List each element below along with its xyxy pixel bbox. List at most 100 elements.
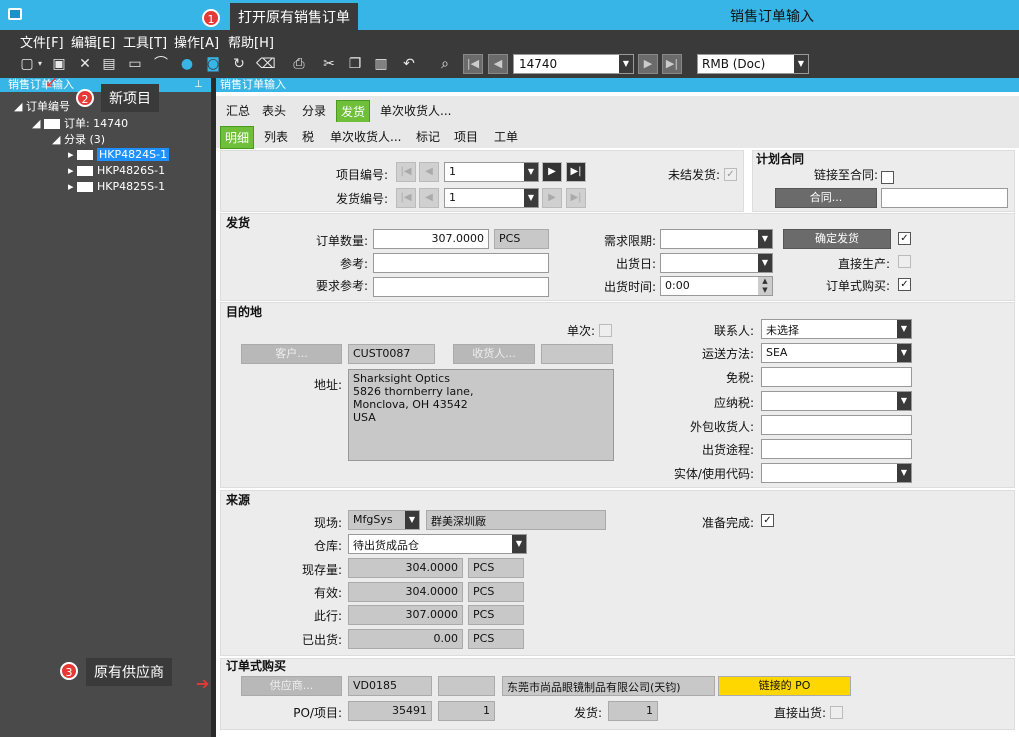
site-select[interactable]: MfgSys ▼ bbox=[348, 510, 420, 530]
one-time-label: 单次: bbox=[566, 324, 595, 338]
print-preview-icon[interactable]: ▤ bbox=[100, 55, 118, 73]
chevron-down-icon[interactable]: ▼ bbox=[758, 230, 772, 248]
cut-icon[interactable]: ✂ bbox=[320, 55, 338, 73]
new-dropdown-icon[interactable]: ▾ bbox=[36, 55, 44, 73]
chevron-down-icon[interactable]: ▼ bbox=[524, 189, 538, 207]
record-value: 14740 bbox=[519, 57, 558, 71]
chevron-down-icon[interactable]: ▼ bbox=[897, 392, 911, 410]
clear-icon[interactable]: ⌫ bbox=[256, 55, 276, 73]
ship-via-select[interactable]: SEA ▼ bbox=[761, 343, 912, 363]
next-record-icon[interactable]: ▶ bbox=[638, 54, 658, 74]
shipped-label: 已出货: bbox=[301, 633, 342, 647]
tree-order[interactable]: ◢ 订单: 14740 bbox=[32, 115, 128, 131]
address-label: 地址: bbox=[313, 378, 342, 392]
ship-no-select[interactable]: 1 ▼ bbox=[444, 188, 539, 208]
tab-job[interactable]: 工单 bbox=[490, 126, 522, 147]
req-ref-input[interactable] bbox=[373, 277, 549, 297]
tab-header[interactable]: 表头 bbox=[258, 100, 290, 121]
chevron-down-icon[interactable]: ▼ bbox=[619, 55, 633, 73]
arrow-icon: ↙ bbox=[45, 72, 59, 91]
menu-edit[interactable]: 编辑[E] bbox=[71, 32, 115, 51]
reference-input[interactable] bbox=[373, 253, 549, 273]
next-icon[interactable]: ▶ bbox=[542, 162, 562, 182]
ship-nav: |◀ ◀ 1 ▼ ▶ ▶| bbox=[396, 188, 596, 208]
warehouse-select[interactable]: 待出货成品仓 ▼ bbox=[348, 534, 527, 554]
chevron-down-icon[interactable]: ▼ bbox=[794, 55, 808, 73]
tab-onetime-shipto-sub[interactable]: 单次收货人... bbox=[326, 126, 405, 147]
search-icon[interactable]: ⌕ bbox=[436, 55, 454, 73]
contract-button[interactable]: 合同... bbox=[775, 188, 877, 208]
ship-route-input[interactable] bbox=[761, 439, 912, 459]
firm-release-button[interactable]: 确定发货 bbox=[783, 229, 891, 249]
chevron-down-icon[interactable]: ▼ bbox=[897, 464, 911, 482]
tax-exempt-input[interactable] bbox=[761, 367, 912, 387]
spinner-icon[interactable]: ▲ ▼ bbox=[758, 277, 772, 295]
chevron-down-icon[interactable]: ▼ bbox=[524, 163, 538, 181]
callout-badge-3: 3 bbox=[60, 662, 78, 680]
chevron-down-icon[interactable]: ▼ bbox=[512, 535, 526, 553]
linked-po-button[interactable]: 链接的 PO bbox=[718, 676, 851, 696]
item-no-select[interactable]: 1 ▼ bbox=[444, 162, 539, 182]
tree-item[interactable]: ▸ HKP4826S-1 bbox=[68, 164, 165, 177]
currency-select[interactable]: RMB (Doc) ▼ bbox=[697, 54, 809, 74]
chevron-down-icon[interactable]: ▼ bbox=[897, 344, 911, 362]
third-party-input[interactable] bbox=[761, 415, 912, 435]
entity-use-select[interactable]: ▼ bbox=[761, 463, 912, 483]
last-record-icon[interactable]: ▶| bbox=[662, 54, 682, 74]
memo-icon[interactable]: ▭ bbox=[126, 55, 144, 73]
tree-releases[interactable]: ◢ 分录 (3) bbox=[52, 131, 105, 147]
tree-item[interactable]: ▸ HKP4824S-1 bbox=[68, 148, 170, 161]
contract-field[interactable] bbox=[881, 188, 1008, 208]
new-icon[interactable]: ▢ bbox=[18, 55, 36, 73]
prev-icon: ◀ bbox=[419, 162, 439, 182]
tab-release[interactable]: 发货 bbox=[336, 100, 371, 123]
chevron-down-icon[interactable]: ▼ bbox=[758, 254, 772, 272]
attach-icon[interactable]: ⌒ bbox=[152, 55, 170, 73]
taxable-select[interactable]: ▼ bbox=[761, 391, 912, 411]
copy-icon[interactable]: ❐ bbox=[346, 55, 364, 73]
order-qty-input[interactable]: 307.0000 bbox=[373, 229, 489, 249]
pin-icon[interactable]: ⊥ bbox=[194, 79, 203, 90]
info-icon[interactable]: ◙ bbox=[204, 55, 222, 73]
delete-icon[interactable]: ✕ bbox=[76, 55, 94, 73]
tree-item[interactable]: ▸ HKP4825S-1 bbox=[68, 180, 165, 193]
chevron-down-icon[interactable]: ▼ bbox=[897, 320, 911, 338]
chevron-down-icon[interactable]: ▼ bbox=[405, 511, 419, 529]
ship-time-input[interactable]: 0:00 ▲ ▼ bbox=[660, 276, 773, 296]
tab-tags[interactable]: 标记 bbox=[412, 126, 444, 147]
arrow-right-icon: ➔ bbox=[196, 674, 210, 693]
first-record-icon[interactable]: |◀ bbox=[463, 54, 483, 74]
record-navigator[interactable]: 14740 ▼ bbox=[513, 54, 634, 74]
ship-date[interactable]: ▼ bbox=[660, 253, 773, 273]
tab-onetime-shipto[interactable]: 单次收货人... bbox=[376, 100, 455, 121]
first-icon: |◀ bbox=[396, 162, 416, 182]
undo-icon[interactable]: ↶ bbox=[400, 55, 418, 73]
menu-actions[interactable]: 操作[A] bbox=[174, 32, 219, 51]
link-contract-checkbox[interactable] bbox=[881, 171, 894, 184]
tab-tax[interactable]: 税 bbox=[298, 126, 318, 147]
tab-project[interactable]: 项目 bbox=[450, 126, 482, 147]
firm-release-checkbox[interactable]: ✓ bbox=[898, 232, 911, 245]
prev-record-icon[interactable]: ◀ bbox=[488, 54, 508, 74]
buy-to-order-checkbox[interactable]: ✓ bbox=[898, 278, 911, 291]
last-icon[interactable]: ▶| bbox=[566, 162, 586, 182]
tab-lines[interactable]: 分录 bbox=[298, 100, 330, 121]
menu-tools[interactable]: 工具[T] bbox=[123, 32, 167, 51]
menu-help[interactable]: 帮助[H] bbox=[228, 32, 274, 51]
tab-detail[interactable]: 明细 bbox=[220, 126, 255, 149]
warehouse-label: 仓库: bbox=[313, 539, 342, 553]
app-icon[interactable] bbox=[8, 8, 22, 20]
refresh-icon[interactable]: ↻ bbox=[230, 55, 248, 73]
tab-summary[interactable]: 汇总 bbox=[222, 100, 254, 121]
tree-root[interactable]: ◢ 订单编号 bbox=[14, 98, 70, 114]
save-icon[interactable]: ▣ bbox=[50, 55, 68, 73]
print-icon[interactable]: ⎙ bbox=[290, 55, 308, 73]
ready-checkbox[interactable]: ✓ bbox=[761, 514, 774, 527]
need-by-date[interactable]: ▼ bbox=[660, 229, 773, 249]
menu-file[interactable]: 文件[F] bbox=[20, 32, 64, 51]
chat-icon[interactable]: ● bbox=[178, 55, 196, 73]
paste-icon[interactable]: ▥ bbox=[372, 55, 390, 73]
panel-divider[interactable] bbox=[211, 78, 216, 737]
contact-select[interactable]: 未选择 ▼ bbox=[761, 319, 912, 339]
tab-list[interactable]: 列表 bbox=[260, 126, 292, 147]
